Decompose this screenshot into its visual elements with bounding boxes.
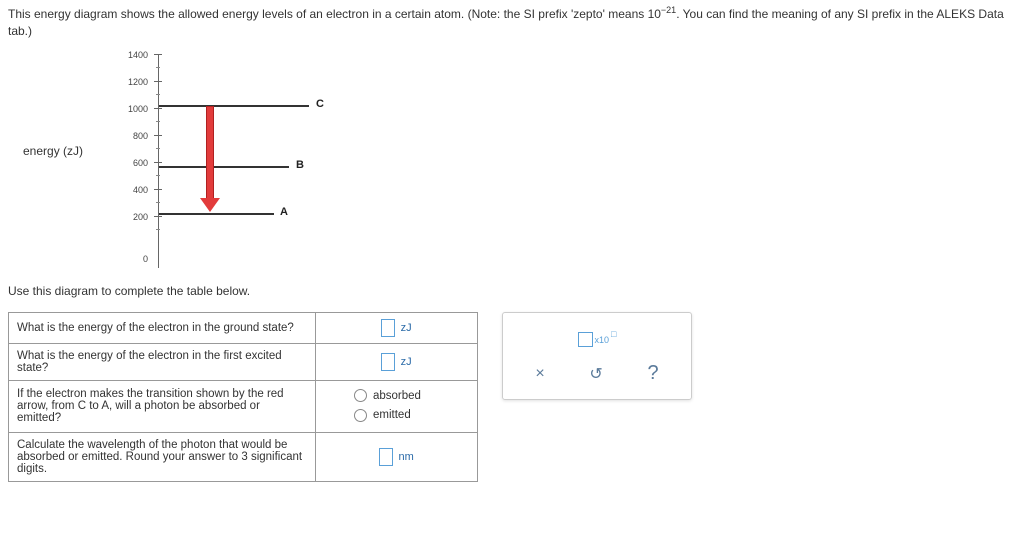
sci-notation-button[interactable]: x10□	[578, 332, 617, 347]
instruction-text: Use this diagram to complete the table b…	[8, 284, 1016, 298]
transition-arrow	[206, 106, 214, 200]
energy-diagram: energy (zJ) 1400 1200 1000 800 600 400 2…	[28, 44, 388, 274]
q2-input[interactable]	[381, 353, 395, 371]
clear-button[interactable]: ×	[535, 365, 544, 383]
transition-arrow-head	[200, 198, 220, 212]
tick-400: 400	[118, 185, 148, 195]
radio-absorbed-label: absorbed	[373, 390, 421, 402]
tick-1400: 1400	[118, 50, 148, 60]
tick-600: 600	[118, 158, 148, 168]
unit-nm: nm	[398, 451, 413, 463]
tick-800: 800	[118, 131, 148, 141]
q1-text: What is the energy of the electron in th…	[9, 312, 316, 343]
level-c-label: C	[316, 98, 324, 110]
q3-text: If the electron makes the transition sho…	[9, 380, 316, 432]
level-a-line	[159, 213, 274, 215]
level-b-label: B	[296, 159, 304, 171]
y-axis-label: energy (zJ)	[23, 144, 83, 158]
q1-input[interactable]	[381, 319, 395, 337]
q2-text: What is the energy of the electron in th…	[9, 343, 316, 380]
level-b-line	[159, 166, 289, 168]
q2-answer-cell: zJ	[316, 343, 478, 380]
reset-button[interactable]: ↺	[589, 364, 602, 384]
level-a-label: A	[280, 206, 288, 218]
tick-1200: 1200	[118, 77, 148, 87]
tick-200: 200	[118, 212, 148, 222]
question-table: What is the energy of the electron in th…	[8, 312, 478, 482]
intro-part1: This energy diagram shows the allowed en…	[8, 7, 661, 21]
q4-answer-cell: nm	[316, 432, 478, 481]
tick-0: 0	[118, 254, 148, 264]
radio-emitted-label: emitted	[373, 409, 411, 421]
q4-input[interactable]	[379, 448, 393, 466]
intro-text: This energy diagram shows the allowed en…	[8, 4, 1016, 40]
help-button[interactable]: ?	[648, 362, 659, 385]
tool-palette: x10□ × ↺ ?	[502, 312, 692, 400]
y-axis-line	[158, 54, 159, 268]
tick-1000: 1000	[118, 104, 148, 114]
level-c-line	[159, 105, 309, 107]
intro-exponent: −21	[661, 5, 676, 15]
radio-absorbed[interactable]	[354, 389, 367, 402]
unit-zj: zJ	[401, 322, 412, 334]
q4-text: Calculate the wavelength of the photon t…	[9, 432, 316, 481]
unit-zj: zJ	[401, 356, 412, 368]
radio-emitted[interactable]	[354, 409, 367, 422]
q1-answer-cell: zJ	[316, 312, 478, 343]
